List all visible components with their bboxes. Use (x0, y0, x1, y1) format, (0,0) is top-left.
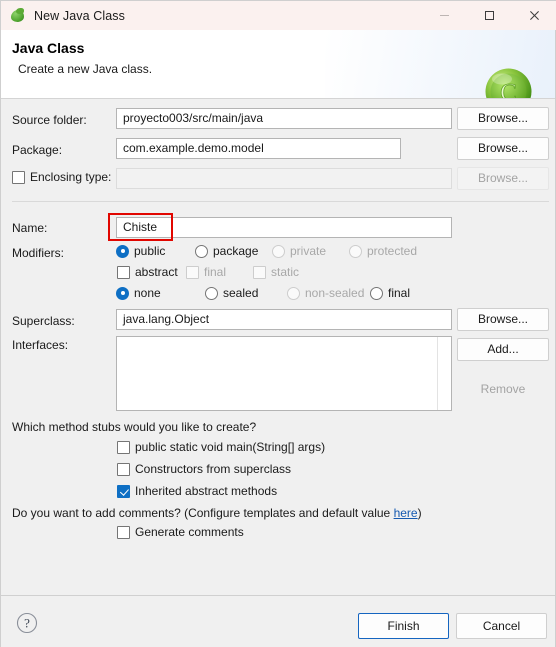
modifier-radio-private: private (272, 244, 326, 258)
superclass-input[interactable]: java.lang.Object (116, 309, 452, 330)
section-divider-1 (12, 201, 549, 202)
checkbox-label: static (271, 265, 300, 279)
modifier-radio-sealed[interactable]: sealed (205, 286, 258, 300)
superclass-label: Superclass: (12, 314, 75, 328)
enclosing-type-label: Enclosing type: (30, 170, 112, 184)
dialog-header: Java Class Create a new Java class. C (1, 30, 555, 99)
source-folder-input[interactable]: proyecto003/src/main/java (116, 108, 452, 129)
help-icon[interactable]: ? (16, 612, 38, 634)
modifier-radio-non-sealed: non-sealed (287, 286, 364, 300)
modifier-radio-protected: protected (349, 244, 417, 258)
dialog-body: Source folder: proyecto003/src/main/java… (1, 99, 555, 595)
window-controls (422, 1, 556, 30)
name-label: Name: (12, 221, 48, 235)
interfaces-scrollbar[interactable] (437, 337, 451, 410)
configure-templates-link[interactable]: here (394, 506, 418, 520)
checkbox-label: abstract (135, 265, 178, 279)
package-input[interactable]: com.example.demo.model (116, 138, 401, 159)
modifier-checkbox-final: final (186, 265, 226, 279)
package-label: Package: (12, 143, 63, 157)
enclosing-type-browse-button: Browse... (457, 167, 549, 190)
radio-dot (116, 286, 129, 300)
radio-dot (349, 244, 362, 258)
minimize-icon[interactable] (422, 1, 467, 30)
cancel-button[interactable]: Cancel (456, 613, 547, 639)
modifier-radio-none[interactable]: none (116, 286, 161, 300)
checkbox-box (12, 170, 25, 184)
method-stubs-question: Which method stubs would you like to cre… (12, 420, 257, 434)
checkbox-box (117, 525, 130, 539)
java-class-c-icon: C (484, 67, 533, 98)
modifier-radio-final-sealed[interactable]: final (370, 286, 410, 300)
page-title: Java Class (12, 40, 85, 56)
close-icon[interactable] (512, 1, 556, 30)
comments-question-suffix: ) (417, 506, 422, 520)
radio-dot (116, 244, 129, 258)
modifiers-label: Modifiers: (12, 246, 65, 260)
checkbox-box (117, 265, 130, 279)
checkbox-box (117, 440, 130, 454)
radio-label: private (290, 244, 327, 258)
modifier-radio-public[interactable]: public (116, 244, 165, 258)
radio-label: package (213, 244, 259, 258)
comments-question-prefix: Do you want to add comments? (Configure … (12, 506, 394, 520)
radio-label: final (388, 286, 411, 300)
checkbox-label: final (204, 265, 227, 279)
radio-dot (195, 244, 208, 258)
radio-label: sealed (223, 286, 259, 300)
radio-dot (272, 244, 285, 258)
checkbox-label: Inherited abstract methods (135, 484, 278, 498)
radio-dot (287, 286, 300, 300)
radio-label: protected (367, 244, 418, 258)
maximize-icon[interactable] (467, 1, 512, 30)
page-subtitle: Create a new Java class. (18, 62, 153, 76)
eclipse-java-icon (10, 7, 26, 24)
package-browse-button[interactable]: Browse... (457, 137, 549, 160)
checkbox-label: Generate comments (135, 525, 244, 539)
checkbox-label: Constructors from superclass (135, 462, 292, 476)
checkbox-box (117, 462, 130, 476)
interfaces-add-button[interactable]: Add... (457, 338, 549, 361)
checkbox-box (253, 265, 266, 279)
superclass-browse-button[interactable]: Browse... (457, 308, 549, 331)
modifier-checkbox-abstract[interactable]: abstract (117, 265, 178, 279)
generate-comments-checkbox[interactable]: Generate comments (117, 525, 244, 539)
radio-label: public (134, 244, 166, 258)
enclosing-type-checkbox[interactable]: Enclosing type: (12, 170, 111, 184)
enclosing-type-input (116, 168, 452, 189)
modifier-checkbox-static: static (253, 265, 299, 279)
radio-dot (370, 286, 383, 300)
window-title: New Java Class (34, 8, 126, 23)
stub-checkbox-constructors-from-superclass[interactable]: Constructors from superclass (117, 462, 291, 476)
radio-label: non-sealed (305, 286, 365, 300)
comments-question: Do you want to add comments? (Configure … (12, 506, 422, 520)
stub-checkbox-main-method[interactable]: public static void main(String[] args) (117, 440, 325, 454)
interfaces-remove-button: Remove (480, 382, 526, 396)
stub-checkbox-inherited-abstract-methods[interactable]: Inherited abstract methods (117, 484, 277, 498)
interfaces-list[interactable] (116, 336, 452, 411)
checkbox-label: public static void main(String[] args) (135, 440, 326, 454)
finish-button[interactable]: Finish (358, 613, 449, 639)
svg-text:?: ? (24, 616, 30, 631)
checkbox-box (117, 484, 130, 498)
source-folder-label: Source folder: (12, 113, 87, 127)
new-java-class-dialog: New Java Class Java Class Create a new J… (0, 0, 556, 647)
modifier-radio-package[interactable]: package (195, 244, 258, 258)
interfaces-label: Interfaces: (12, 338, 69, 352)
source-folder-browse-button[interactable]: Browse... (457, 107, 549, 130)
title-bar: New Java Class (1, 1, 556, 30)
checkbox-box (186, 265, 199, 279)
radio-dot (205, 286, 218, 300)
radio-label: none (134, 286, 161, 300)
name-input[interactable]: Chiste (116, 217, 452, 238)
